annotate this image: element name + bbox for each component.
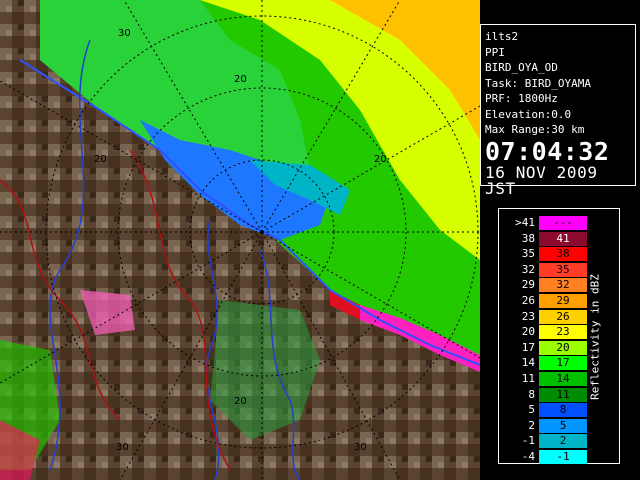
legend-high-value: 38 — [556, 247, 570, 261]
legend-low-value: 26 — [521, 293, 535, 307]
legend-high-value: 11 — [556, 387, 570, 401]
product-name: BIRD_OYA_OD — [485, 61, 558, 74]
legend-row: -1 2 — [509, 433, 589, 449]
legend-high-value: 29 — [556, 293, 570, 307]
legend-high-value: 2 — [559, 434, 567, 448]
radar-display: 30 20 20 20 20 30 30 ilts2 PPI BIRD_OYA_… — [0, 0, 640, 480]
legend-low-value: >41 — [515, 216, 535, 229]
scan-type: PPI — [485, 45, 505, 59]
legend-low-value: 23 — [521, 309, 535, 323]
legend-row: 8 11 — [509, 387, 589, 403]
range-label: 30 — [118, 28, 131, 39]
legend-high-value: 41 — [556, 231, 570, 245]
legend-title: Reflectivity in dBZ — [588, 274, 602, 400]
legend-high-value: 14 — [556, 371, 570, 385]
legend-row: 11 14 — [509, 371, 589, 387]
legend-low-value: 5 — [528, 403, 535, 417]
range-label: 30 — [116, 442, 129, 453]
legend-high-value: 35 — [556, 262, 570, 276]
legend-high-value: 26 — [556, 309, 570, 323]
legend-low-value: -1 — [521, 434, 535, 448]
radar-ppi-map: 30 20 20 20 20 30 30 — [0, 0, 480, 480]
legend-row: 17 20 — [509, 340, 589, 356]
legend-row: 26 29 — [509, 293, 589, 309]
legend-low-value: 11 — [521, 371, 535, 385]
elevation-value: Elevation:0.0 — [485, 107, 572, 121]
legend-row: -4 -1 — [509, 449, 589, 465]
task-name: Task: BIRD_OYAMA — [485, 76, 591, 90]
legend-row: 32 35 — [509, 262, 589, 278]
legend-low-value: 20 — [521, 325, 535, 339]
range-label: 20 — [94, 154, 107, 165]
scan-time: 07:04:32 — [485, 136, 610, 166]
legend-row: 38 41 — [509, 231, 589, 247]
legend-low-value: 14 — [521, 356, 535, 370]
legend-low-value: 8 — [528, 387, 535, 401]
legend-low-value: 17 — [521, 340, 535, 354]
legend-high-value: -1 — [556, 449, 570, 463]
legend-high-value: 17 — [556, 356, 570, 370]
range-label: 20 — [374, 154, 387, 165]
range-label: 20 — [234, 396, 247, 407]
range-label: 20 — [234, 74, 247, 85]
legend-row: 58 — [509, 402, 589, 418]
legend-high-value: 5 — [559, 418, 567, 432]
legend-high-value: 20 — [556, 340, 570, 354]
legend-row: 20 23 — [509, 324, 589, 340]
legend-high-value: 23 — [556, 325, 570, 339]
legend-low-value: 35 — [521, 247, 535, 261]
range-label: 30 — [354, 442, 367, 453]
legend-high-value: 8 — [559, 403, 567, 417]
scan-info-panel: ilts2 PPI BIRD_OYA_OD Task: BIRD_OYAMA P… — [480, 24, 636, 196]
prf-value: PRF: 1800Hz — [485, 92, 558, 105]
legend-row: 35 38 — [509, 246, 589, 262]
legend-low-value: 38 — [521, 231, 535, 245]
legend-row: 29 32 — [509, 277, 589, 293]
color-legend: >41 --- 38 41 35 38 32 35 29 32 26 29 23 26 20 23 17 20 14… — [498, 208, 620, 464]
legend-row: 14 17 — [509, 355, 589, 371]
max-range-value: Max Range:30 km — [485, 123, 585, 136]
legend-low-value: 32 — [521, 262, 535, 276]
legend-rows: >41 --- 38 41 35 38 32 35 29 32 26 29 23 26 20 23 17 20 14… — [509, 215, 589, 465]
legend-row: 25 — [509, 418, 589, 434]
legend-low-value: -4 — [521, 449, 535, 463]
legend-low-value: 29 — [521, 278, 535, 292]
legend-row: >41 --- — [509, 215, 589, 231]
legend-low-value: 2 — [528, 418, 535, 432]
legend-high-value: 32 — [556, 278, 570, 292]
legend-row: 23 26 — [509, 309, 589, 325]
legend-high-value: --- — [553, 216, 573, 229]
site-name: ilts2 — [485, 30, 519, 43]
scan-date: 16 NOV 2009 JST — [485, 162, 598, 198]
